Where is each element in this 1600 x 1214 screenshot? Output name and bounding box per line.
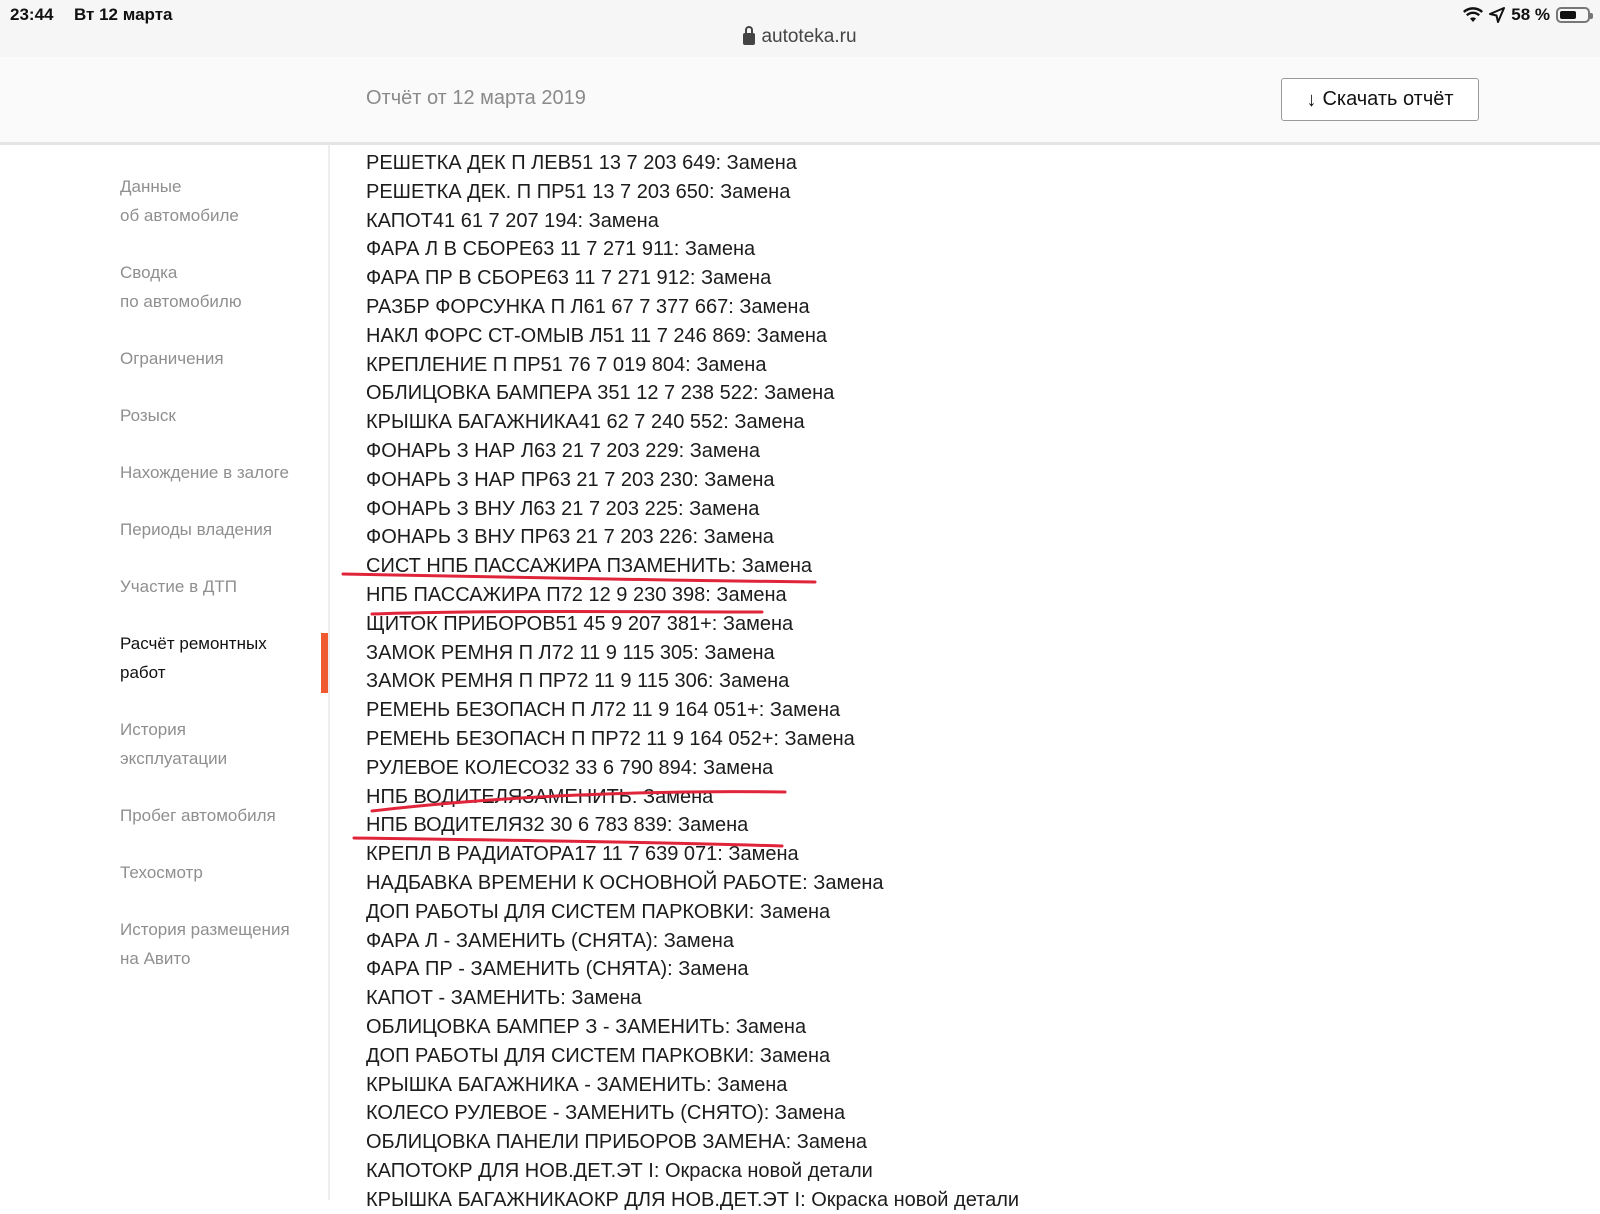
repair-item: ФОНАРЬ З НАР Л63 21 7 203 229: Замена: [366, 439, 760, 462]
repair-item: КАПОТОКР ДЛЯ НОВ.ДЕТ.ЭТ I: Окраска новой…: [366, 1159, 873, 1182]
repair-item: НПБ ВОДИТЕЛЯЗАМЕНИТЬ: Замена: [366, 785, 714, 808]
repair-item: СИСТ НПБ ПАССАЖИРА ПЗАМЕНИТЬ: Замена: [366, 555, 812, 578]
sidebar-item-wanted[interactable]: Розыск: [120, 401, 320, 430]
sidebar-item-service-history[interactable]: История эксплуатации: [120, 715, 320, 773]
repair-item: РУЛЕВОЕ КОЛЕСО32 33 6 790 894: Замена: [366, 756, 774, 779]
address-bar[interactable]: autoteka.ru: [0, 26, 1600, 48]
sidebar-nav: Данные об автомобиле Сводка по автомобил…: [0, 145, 330, 1200]
arrow-down-icon: ↓: [1306, 88, 1317, 111]
repair-item: КАПОТ41 61 7 207 194: Замена: [366, 209, 659, 232]
repair-item: РЕШЕТКА ДЕК П ЛЕВ51 13 7 203 649: Замена: [366, 152, 797, 174]
battery-percent: 58 %: [1511, 5, 1550, 24]
sidebar-item-mileage[interactable]: Пробег автомобиля: [120, 801, 320, 830]
repair-item: ОБЛИЦОВКА БАМПЕР З - ЗАМЕНИТЬ: Замена: [366, 1015, 807, 1038]
repair-item: РАЗБР ФОРСУНКА П Л61 67 7 377 667: Замен…: [366, 295, 810, 318]
repair-item: ДОП РАБОТЫ ДЛЯ СИСТЕМ ПАРКОВКИ: Замена: [366, 900, 831, 923]
repair-item: ФОНАРЬ З ВНУ Л63 21 7 203 225: Замена: [366, 497, 760, 520]
repair-item: РЕМЕНЬ БЕЗОПАСН П ПР72 11 9 164 052+: За…: [366, 727, 855, 750]
repair-item: ФАРА ПР В СБОРЕ63 11 7 271 912: Замена: [366, 267, 772, 290]
status-date: Вт 12 марта: [74, 5, 173, 24]
repair-item: КАПОТ - ЗАМЕНИТЬ: Замена: [366, 987, 642, 1010]
battery-icon: [1556, 7, 1593, 23]
sidebar-item-car-data[interactable]: Данные об автомобиле: [120, 172, 320, 230]
repair-item: ОБЛИЦОВКА ПАНЕЛИ ПРИБОРОВ ЗАМЕНА: Замена: [366, 1131, 867, 1154]
report-header: Отчёт от 12 марта 2019 ↓ Скачать отчёт: [0, 57, 1600, 145]
location-arrow-icon: [1489, 7, 1506, 23]
sidebar-item-avito-history[interactable]: История размещения на Авито: [120, 915, 320, 973]
report-date: Отчёт от 12 марта 2019: [366, 87, 586, 109]
repair-item: ФОНАРЬ З ВНУ ПР63 21 7 203 226: Замена: [366, 526, 774, 549]
address-url: autoteka.ru: [761, 26, 857, 47]
repair-item: ФАРА Л - ЗАМЕНИТЬ (СНЯТА): Замена: [366, 929, 734, 952]
repair-item: НПБ ПАССАЖИРА П72 12 9 230 398: Замена: [366, 583, 787, 606]
repair-item: ФАРА ПР - ЗАМЕНИТЬ (СНЯТА): Замена: [366, 958, 749, 981]
lock-icon: [743, 26, 756, 45]
repair-item: НАКЛ ФОРС СТ-ОМЫВ Л51 11 7 246 869: Заме…: [366, 324, 828, 347]
repair-item: НПБ ВОДИТЕЛЯ32 30 6 783 839: Замена: [366, 814, 749, 837]
wifi-icon: [1463, 7, 1484, 22]
repair-item: КОЛЕСО РУЛЕВОЕ - ЗАМЕНИТЬ (СНЯТО): Замен…: [366, 1102, 846, 1125]
sidebar-item-summary[interactable]: Сводка по автомобилю: [120, 258, 320, 316]
repair-item: ЗАМОК РЕМНЯ П ПР72 11 9 115 306: Замена: [366, 670, 790, 693]
status-indicators: 58 %: [1463, 3, 1593, 27]
download-report-button[interactable]: ↓ Скачать отчёт: [1281, 78, 1479, 121]
sidebar-item-repair-calc[interactable]: Расчёт ремонтных работ: [120, 629, 320, 687]
sidebar-item-pledge[interactable]: Нахождение в залоге: [120, 458, 320, 487]
sidebar-item-inspection[interactable]: Техосмотр: [120, 858, 320, 887]
repair-items-list: РЕШЕТКА ДЕК П ЛЕВ51 13 7 203 649: Замена…: [366, 149, 1566, 1214]
status-bar: 23:44 Вт 12 марта 58 % autoteka.ru: [0, 0, 1600, 57]
sidebar-item-restrictions[interactable]: Ограничения: [120, 344, 320, 373]
repair-item: ЩИТОК ПРИБОРОВ51 45 9 207 381+: Замена: [366, 612, 794, 635]
sidebar-item-ownership[interactable]: Периоды владения: [120, 515, 320, 544]
status-time: 23:44: [10, 5, 54, 24]
repair-item: РЕМЕНЬ БЕЗОПАСН П Л72 11 9 164 051+: Зам…: [366, 699, 841, 722]
repair-item: ОБЛИЦОВКА БАМПЕРА 351 12 7 238 522: Заме…: [366, 382, 835, 405]
repair-item: ЗАМОК РЕМНЯ П Л72 11 9 115 305: Замена: [366, 641, 775, 664]
active-indicator: [321, 633, 328, 693]
repair-item: КРЕПЛЕНИЕ П ПР51 76 7 019 804: Замена: [366, 353, 767, 376]
repair-item: ДОП РАБОТЫ ДЛЯ СИСТЕМ ПАРКОВКИ: Замена: [366, 1044, 831, 1067]
repair-item: КРЫШКА БАГАЖНИКА41 62 7 240 552: Замена: [366, 411, 805, 434]
repair-item: НАДБАВКА ВРЕМЕНИ К ОСНОВНОЙ РАБОТЕ: Заме…: [366, 871, 884, 894]
repair-item: РЕШЕТКА ДЕК. П ПР51 13 7 203 650: Замена: [366, 180, 791, 203]
repair-item: ФОНАРЬ З НАР ПР63 21 7 203 230: Замена: [366, 468, 775, 491]
repair-item: КРЫШКА БАГАЖНИКА - ЗАМЕНИТЬ: Замена: [366, 1073, 788, 1096]
repair-item: КРЕПЛ В РАДИАТОРА17 11 7 639 071: Замена: [366, 843, 799, 866]
repair-item: ФАРА Л В СБОРЕ63 11 7 271 911: Замена: [366, 238, 756, 261]
sidebar-item-accidents[interactable]: Участие в ДТП: [120, 572, 320, 601]
download-report-label: Скачать отчёт: [1322, 88, 1454, 110]
